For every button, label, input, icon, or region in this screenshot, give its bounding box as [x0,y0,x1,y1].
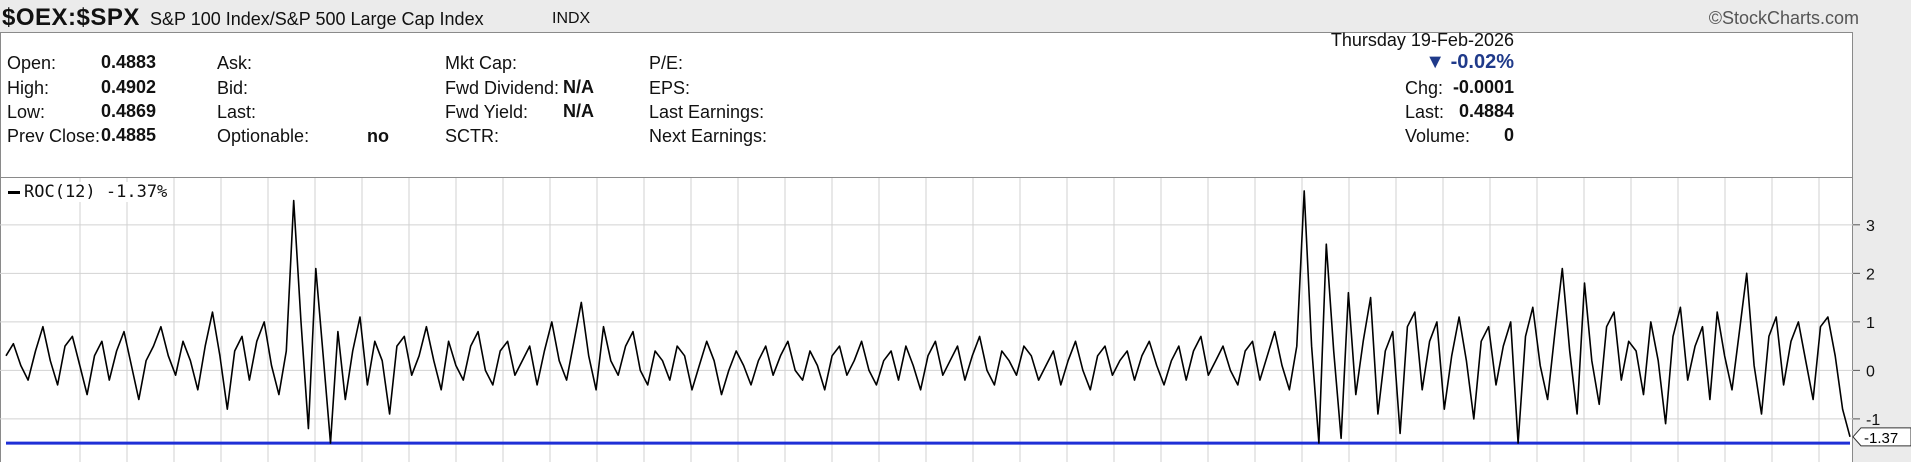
fwd-dividend-label: Fwd Dividend: [445,78,560,98]
roc-series-line [5,190,1851,444]
brand-watermark[interactable]: ©StockCharts.com [1709,8,1859,29]
fwd-dividend-value: N/A [563,77,594,97]
y-tick-label: 2 [1866,266,1875,283]
chg-value: -0.0001 [1452,77,1514,97]
y-tick-label: 1 [1866,315,1875,332]
y-tick-label: 0 [1866,363,1875,380]
volume-label: Volume: [1405,126,1471,146]
last-value: 0.4884 [1458,101,1514,121]
volume-value: 0 [1503,125,1514,145]
last-value-marker: -1.37 [1852,427,1911,447]
low-value: 0.4869 [101,101,157,121]
fwd-yield-label: Fwd Yield: [445,102,529,122]
last-label: Last: [1405,102,1445,122]
mkt-cap-label: Mkt Cap: [445,53,518,73]
change-percent: ▼ -0.02% [1425,51,1514,73]
chg-label: Chg: [1405,78,1444,98]
fwd-yield-value: N/A [563,101,594,121]
chart-legend: ROC(12) -1.37% [6,182,170,202]
pe-label: P/E: [649,53,684,73]
prev-close-label: Prev Close: [7,126,101,146]
legend-text: ROC(12) -1.37% [24,182,168,202]
next-earnings-label: Next Earnings: [649,126,768,146]
bid-label: Bid: [217,78,249,98]
prev-close-value: 0.4885 [101,125,157,145]
high-label: High: [7,78,50,98]
quote-panel: Open: 0.4883 High: 0.4902 Low: 0.4869 Pr… [0,30,1853,178]
last-label-mid: Last: [217,102,257,122]
optionable-value: no [367,126,389,146]
sctr-label: SCTR: [445,126,499,146]
optionable-label: Optionable: [217,126,310,146]
roc-chart[interactable]: 3 2 1 0 -1-1.37 [0,178,1911,462]
eps-label: EPS: [649,78,691,98]
legend-swatch [8,190,20,194]
open-value: 0.4883 [101,52,157,72]
quote-date: Thursday 19-Feb-2026 [1330,30,1514,50]
low-label: Low: [7,102,46,122]
exchange-label: INDX [552,10,591,27]
last-value-label: -1.37 [1864,430,1898,447]
symbol-title: $OEX:$SPX [2,4,140,31]
y-tick-label: 3 [1866,218,1875,235]
y-tick-label: -1 [1866,412,1880,429]
ask-label: Ask: [217,53,253,73]
high-value: 0.4902 [101,77,157,97]
open-label: Open: [7,53,57,73]
symbol-description: S&P 100 Index/S&P 500 Large Cap Index [150,9,484,29]
last-earnings-label: Last Earnings: [649,102,765,122]
